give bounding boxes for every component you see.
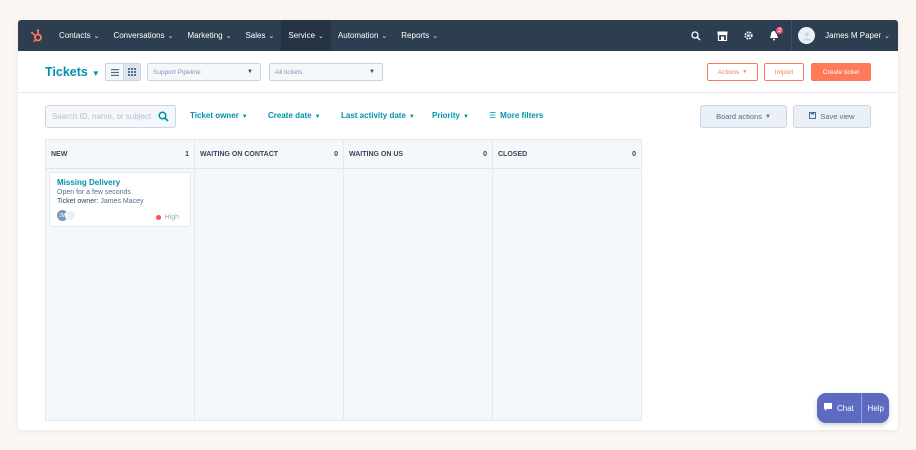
user-menu[interactable]: James M Paper ⌄ bbox=[823, 20, 892, 51]
chevron-down-icon: ⌄ bbox=[225, 32, 232, 40]
chat-button[interactable]: Chat bbox=[817, 393, 854, 423]
search-icon[interactable] bbox=[683, 20, 709, 51]
more-filters-button[interactable]: ☰ More filters bbox=[489, 111, 543, 120]
nav-reports[interactable]: Reports ⌄ bbox=[394, 20, 445, 51]
search-input[interactable]: Search ID, name, or subject bbox=[45, 105, 176, 128]
board-column-new: NEW 1 Missing Delivery Open for a few se… bbox=[45, 139, 195, 421]
view-toggle bbox=[105, 63, 141, 81]
caret-down-icon: ▼ bbox=[463, 114, 469, 120]
column-header: WAITING ON US 0 bbox=[344, 140, 492, 169]
column-body bbox=[195, 169, 343, 420]
chevron-down-icon: ⌄ bbox=[167, 32, 174, 40]
save-icon bbox=[809, 112, 817, 121]
chevron-down-icon: ⌄ bbox=[381, 32, 388, 40]
caret-down-icon: ▼ bbox=[369, 69, 375, 75]
filter-last-activity-date[interactable]: Last activity date ▼ bbox=[341, 111, 415, 120]
column-body bbox=[344, 169, 492, 420]
column-body bbox=[493, 169, 641, 420]
import-button[interactable]: Import bbox=[764, 63, 804, 81]
column-title: NEW bbox=[51, 150, 68, 158]
caret-down-icon: ▼ bbox=[314, 114, 321, 120]
ticket-board: NEW 1 Missing Delivery Open for a few se… bbox=[45, 139, 645, 421]
card-footer: JM bbox=[57, 210, 76, 221]
board-actions-button[interactable]: Board actions ▼ bbox=[700, 105, 787, 128]
column-header: CLOSED 0 bbox=[493, 140, 641, 169]
chat-bubble-icon bbox=[823, 402, 833, 414]
settings-icon[interactable] bbox=[735, 20, 761, 51]
nav-utilities: 2 James M Paper ⌄ bbox=[683, 20, 892, 51]
chevron-down-icon: ⌄ bbox=[268, 32, 275, 40]
actions-button[interactable]: Actions ▼ bbox=[707, 63, 758, 81]
filter-ticket-owner[interactable]: Ticket owner ▼ bbox=[190, 111, 248, 120]
ticket-title[interactable]: Missing Delivery bbox=[57, 178, 183, 187]
nav-sales[interactable]: Sales ⌄ bbox=[238, 20, 281, 51]
chevron-down-icon: ⌄ bbox=[318, 32, 324, 40]
column-body: Missing Delivery Open for a few seconds … bbox=[46, 169, 194, 420]
chevron-down-icon: ⌄ bbox=[93, 32, 100, 40]
priority-badge: High bbox=[155, 214, 179, 221]
nav-marketing[interactable]: Marketing ⌄ bbox=[180, 20, 238, 51]
nav-automation[interactable]: Automation ⌄ bbox=[331, 20, 394, 51]
avatar[interactable] bbox=[798, 27, 816, 44]
caret-down-icon: ▼ bbox=[241, 114, 248, 120]
chevron-down-icon: ⌄ bbox=[432, 32, 439, 40]
column-title: CLOSED bbox=[498, 150, 528, 158]
column-header: WAITING ON CONTACT 0 bbox=[195, 140, 343, 169]
nav-conversations[interactable]: Conversations ⌄ bbox=[106, 20, 180, 51]
top-navigation: Contacts ⌄ Conversations ⌄ Marketing ⌄ Sale… bbox=[18, 20, 898, 51]
board-column-waiting-on-us: WAITING ON US 0 bbox=[343, 139, 493, 421]
page-title[interactable]: Tickets ▼ bbox=[45, 65, 100, 79]
list-view-icon[interactable] bbox=[106, 64, 123, 80]
board-column-closed: CLOSED 0 bbox=[492, 139, 642, 421]
filter-create-date[interactable]: Create date ▼ bbox=[268, 111, 321, 120]
nav-service[interactable]: Service ⌄ bbox=[281, 20, 331, 51]
column-count: 0 bbox=[334, 150, 338, 158]
filter-lines-icon: ☰ bbox=[489, 111, 497, 120]
priority-dot-icon bbox=[155, 215, 161, 220]
notifications-icon[interactable]: 2 bbox=[761, 20, 787, 51]
caret-down-icon: ▼ bbox=[247, 69, 253, 75]
app-window: Contacts ⌄ Conversations ⌄ Marketing ⌄ Sale… bbox=[18, 20, 898, 430]
caret-down-icon: ▼ bbox=[408, 114, 415, 120]
create-ticket-button[interactable]: Create ticket bbox=[811, 63, 871, 81]
column-count: 0 bbox=[632, 150, 636, 158]
help-button[interactable]: Help bbox=[860, 393, 889, 423]
view-select[interactable]: All tickets ▼ bbox=[269, 63, 383, 81]
column-title: WAITING ON CONTACT bbox=[200, 150, 279, 158]
chat-widget[interactable]: Chat Help bbox=[817, 393, 889, 423]
pipeline-select[interactable]: Support Pipeline ▼ bbox=[147, 63, 261, 81]
chevron-down-icon: ⌄ bbox=[884, 32, 890, 40]
marketplace-icon[interactable] bbox=[709, 20, 735, 51]
column-count: 1 bbox=[185, 150, 189, 158]
column-title: WAITING ON US bbox=[349, 150, 404, 158]
board-view-icon[interactable] bbox=[123, 64, 140, 80]
page-header: Tickets ▼ Support Pipeline ▼ All tickets ▼ … bbox=[18, 51, 898, 93]
filter-priority[interactable]: Priority ▼ bbox=[432, 111, 469, 120]
ticket-owner: Ticket owner: James Macey bbox=[57, 198, 144, 205]
column-count: 0 bbox=[483, 150, 487, 158]
search-icon[interactable] bbox=[158, 111, 169, 124]
ticket-card[interactable]: Missing Delivery Open for a few seconds … bbox=[49, 172, 191, 227]
ticket-open-time: Open for a few seconds bbox=[57, 189, 131, 196]
caret-down-icon: ▼ bbox=[91, 69, 100, 78]
nav-contacts[interactable]: Contacts ⌄ bbox=[52, 20, 106, 51]
notification-badge: 2 bbox=[775, 26, 785, 35]
nav-divider bbox=[791, 20, 793, 51]
board-column-waiting-on-contact: WAITING ON CONTACT 0 bbox=[194, 139, 344, 421]
save-view-button[interactable]: Save view bbox=[793, 105, 871, 128]
empty-avatar bbox=[65, 210, 76, 221]
column-header: NEW 1 bbox=[46, 140, 194, 169]
hubspot-logo-icon[interactable] bbox=[22, 20, 52, 51]
